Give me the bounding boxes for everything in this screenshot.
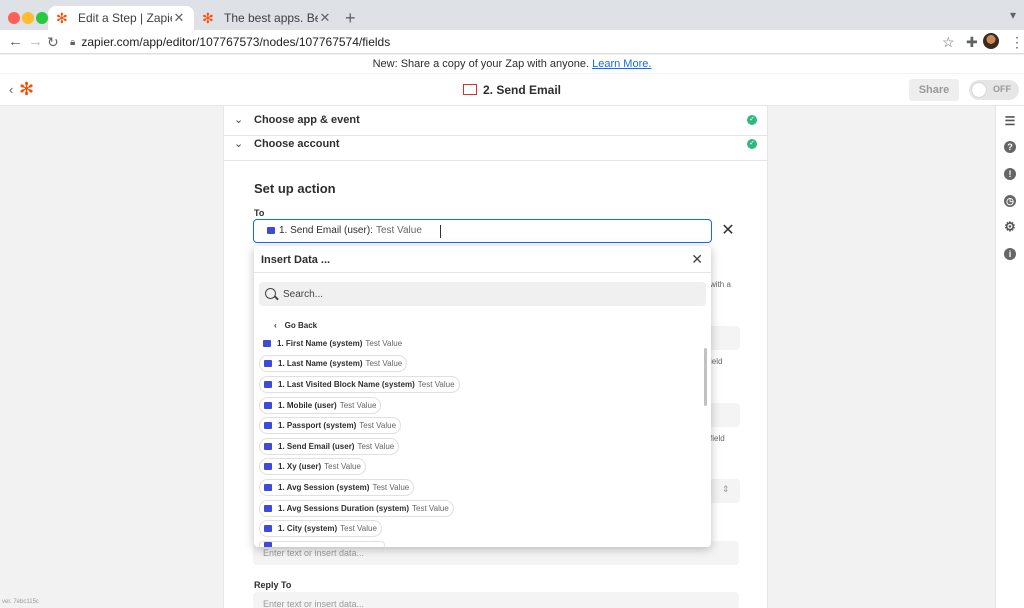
section-choose-account[interactable]: ⌄ Choose account ✓ <box>224 130 767 161</box>
zap-on-off-toggle[interactable]: OFF <box>969 80 1019 100</box>
reply-to-input[interactable]: Enter text or insert data... <box>253 592 739 608</box>
list-item[interactable]: 1. Mobile (user) Test Value <box>259 397 382 414</box>
address-bar: ← → ↻ 🔒︎ zapier.com/app/editor/107767573… <box>0 30 1024 54</box>
insert-data-header: Insert Data ... ✕ <box>254 246 711 273</box>
tab-best-apps[interactable]: ✻ The best apps. Better together ✕ <box>194 6 340 30</box>
chevron-left-icon: ‹ <box>274 321 277 330</box>
close-tab-icon[interactable]: ✕ <box>172 10 186 26</box>
data-pill[interactable]: 1. Send Email (user): Test Value <box>267 225 422 236</box>
back-arrow-icon[interactable]: ← <box>8 33 23 51</box>
toggle-label: OFF <box>993 84 1011 94</box>
toggle-knob <box>972 83 986 97</box>
check-circle-icon: ✓ <box>747 139 757 149</box>
list-item[interactable]: 1. Send Email (user) Test Value <box>259 438 400 455</box>
chevron-down-icon: ⌄ <box>234 114 244 126</box>
alert-icon[interactable]: ! <box>1004 168 1016 180</box>
zapier-favicon-icon: ✻ <box>202 10 214 26</box>
tab-title: Edit a Step | Zapier <box>78 11 172 25</box>
url-text: zapier.com/app/editor/107767573/nodes/10… <box>81 35 391 49</box>
minimize-window-button[interactable] <box>22 12 34 24</box>
lock-icon: 🔒︎ <box>70 36 76 48</box>
section-label: Choose account <box>254 138 340 150</box>
data-pill-icon <box>264 360 272 367</box>
new-tab-button[interactable]: + <box>345 9 356 27</box>
editor-header: ‹ ✻ 2. Send Email Share OFF <box>0 74 1024 106</box>
share-button[interactable]: Share <box>909 79 959 101</box>
data-pill-icon <box>264 443 272 450</box>
select-input[interactable]: ⇕ <box>710 479 740 503</box>
extensions-puzzle-icon[interactable]: ✚ <box>966 34 978 50</box>
version-label: ver. 7ebc115c <box>2 599 39 605</box>
url-field[interactable]: 🔒︎ zapier.com/app/editor/107767573/nodes… <box>70 33 390 51</box>
field-help-text: field <box>710 434 725 443</box>
reply-to-label: Reply To <box>254 580 292 590</box>
search-input[interactable] <box>259 282 706 306</box>
select-arrows-icon: ⇕ <box>722 484 730 494</box>
text-caret <box>440 225 441 238</box>
tab-title: The best apps. Better together <box>224 11 318 25</box>
field-help-text: ield <box>710 357 723 366</box>
to-field-label: To <box>254 208 265 218</box>
announcement-banner: New: Share a copy of your Zap with anyon… <box>0 55 1024 73</box>
check-circle-icon: ✓ <box>747 115 757 125</box>
right-sidebar: ☰ ? ! ◷ ⚙ i <box>995 106 1024 608</box>
list-item[interactable]: 1. First Name (system) Test Value <box>259 335 406 352</box>
data-pill-icon <box>264 463 272 470</box>
data-pill-icon <box>264 422 272 429</box>
browser-tab-bar: ✻ Edit a Step | Zapier ✕ ✻ The best apps… <box>0 0 1024 30</box>
go-back-button[interactable]: ‹ Go Back <box>274 321 317 330</box>
list-item[interactable]: 1. Last Visited Block Name (system) Test … <box>259 376 460 393</box>
tab-edit-step[interactable]: ✻ Edit a Step | Zapier ✕ <box>48 6 194 30</box>
details-list-icon[interactable]: ☰ <box>1004 115 1016 127</box>
data-pill-icon <box>264 484 272 491</box>
chrome-menu-icon[interactable]: ⋮ <box>1010 34 1024 50</box>
field-input[interactable] <box>710 403 740 427</box>
close-window-button[interactable] <box>8 12 20 24</box>
setup-action-title: Set up action <box>254 181 336 196</box>
gmail-icon <box>462 84 477 95</box>
list-item[interactable]: 1. Avg Sessions Duration (system) Test Va… <box>259 500 454 517</box>
zapier-favicon-icon: ✻ <box>56 10 68 26</box>
banner-text: New: Share a copy of your Zap with anyon… <box>372 58 590 70</box>
data-pill-icon <box>264 525 272 532</box>
close-tab-icon[interactable]: ✕ <box>318 10 332 26</box>
tab-search-icon[interactable]: ▾ <box>1010 8 1016 22</box>
insert-data-dropdown: Insert Data ... ✕ ‹Go Back 1. First Name… <box>254 246 711 547</box>
profile-avatar[interactable] <box>983 33 999 49</box>
to-input[interactable]: 1. Send Email (user): Test Value <box>253 219 712 243</box>
close-icon[interactable]: ✕ <box>691 251 703 268</box>
settings-gear-icon[interactable]: ⚙ <box>1004 220 1016 233</box>
clear-field-button[interactable]: ✕ <box>716 219 740 243</box>
list-item[interactable]: 1. Avg Session (system) Test Value <box>259 479 415 496</box>
info-icon[interactable]: i <box>1004 248 1016 260</box>
forward-arrow-icon[interactable]: → <box>28 33 43 51</box>
list-item[interactable]: 1. Xy (user) Test Value <box>259 458 366 475</box>
data-pill-icon <box>264 542 272 547</box>
insert-data-title: Insert Data ... <box>261 254 331 266</box>
history-clock-icon[interactable]: ◷ <box>1004 195 1016 207</box>
maximize-window-button[interactable] <box>36 12 48 24</box>
data-pill-icon <box>267 227 275 234</box>
learn-more-link[interactable]: Learn More. <box>592 58 651 70</box>
bookmark-star-icon[interactable]: ☆ <box>942 34 955 50</box>
section-label: Choose app & event <box>254 114 360 126</box>
list-item[interactable]: 1. Passport (system) Test Value <box>259 417 402 434</box>
data-pill-icon <box>264 402 272 409</box>
field-help-text: with a <box>710 280 731 289</box>
help-icon[interactable]: ? <box>1004 141 1016 153</box>
list-item[interactable]: 1. City (system) Test Value <box>259 520 382 537</box>
step-title: 2. Send Email <box>0 83 1024 97</box>
field-input[interactable] <box>710 326 740 350</box>
dropdown-scrollbar[interactable] <box>704 348 707 406</box>
data-pill-icon <box>264 505 272 512</box>
search-icon <box>265 288 276 299</box>
data-pill-icon <box>264 381 272 388</box>
list-item-partial[interactable] <box>259 541 385 547</box>
chevron-down-icon: ⌄ <box>234 138 244 150</box>
reload-icon[interactable]: ↻ <box>47 33 59 51</box>
data-pill-icon <box>263 340 271 347</box>
list-item[interactable]: 1. Last Name (system) Test Value <box>259 355 408 372</box>
